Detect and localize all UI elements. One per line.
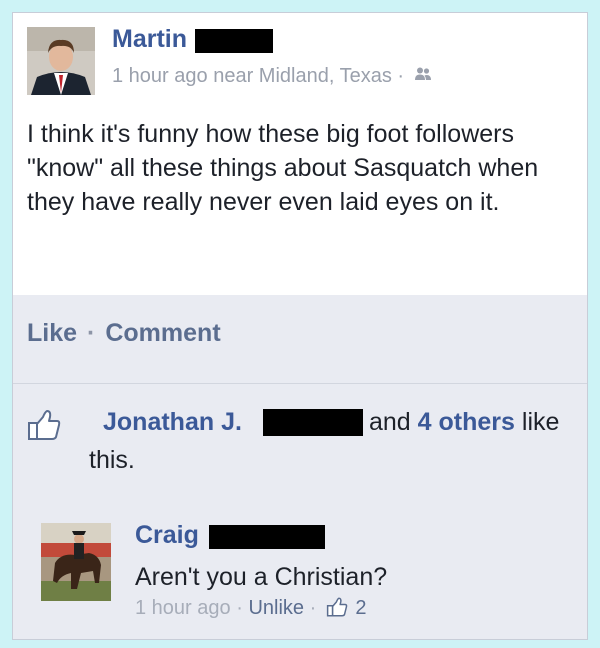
liker-link[interactable]: Jonathan J.	[103, 408, 242, 436]
post-text: I think it's funny how these big foot fo…	[27, 120, 539, 216]
thumbs-up-icon	[27, 409, 61, 450]
likes-connector: and	[369, 408, 411, 436]
divider	[13, 383, 587, 384]
likes-line-two: this.	[89, 446, 135, 474]
likes-suffix: like	[521, 408, 560, 436]
avatar[interactable]	[41, 523, 111, 601]
feed-story: Martin 1 hour ago near Midland, Texas · …	[12, 12, 588, 640]
commenter-name[interactable]: Craig	[135, 521, 199, 550]
meta-separator: ·	[309, 597, 317, 619]
action-separator: ·	[87, 319, 96, 347]
thumbs-up-icon[interactable]	[326, 597, 348, 623]
meta-separator: ·	[236, 597, 243, 619]
comment-like-count[interactable]: 2	[355, 597, 366, 619]
author-name[interactable]: Martin	[112, 25, 187, 54]
post-actions: Like · Comment	[27, 319, 221, 348]
post-location[interactable]: near Midland, Texas	[213, 65, 392, 87]
comment-timestamp[interactable]: 1 hour ago	[135, 597, 231, 619]
comment-button[interactable]: Comment	[105, 319, 220, 347]
avatar[interactable]	[27, 27, 95, 95]
redaction-bar	[195, 29, 273, 53]
post-meta: 1 hour ago near Midland, Texas ·	[112, 65, 432, 88]
redaction-bar	[209, 525, 325, 549]
comment-text: Aren't you a Christian?	[135, 563, 388, 591]
friends-icon[interactable]	[414, 65, 432, 88]
post-timestamp[interactable]: 1 hour ago	[112, 65, 208, 87]
post-body: Martin 1 hour ago near Midland, Texas · …	[13, 13, 587, 295]
redaction-bar	[263, 409, 363, 436]
profile-photo	[41, 523, 111, 601]
others-link[interactable]: 4 others	[418, 408, 515, 436]
meta-separator: ·	[397, 65, 405, 87]
comment-meta: 1 hour ago · Unlike · 2	[135, 597, 367, 623]
like-button[interactable]: Like	[27, 319, 77, 347]
profile-photo	[27, 27, 95, 95]
unlike-button[interactable]: Unlike	[248, 597, 304, 619]
